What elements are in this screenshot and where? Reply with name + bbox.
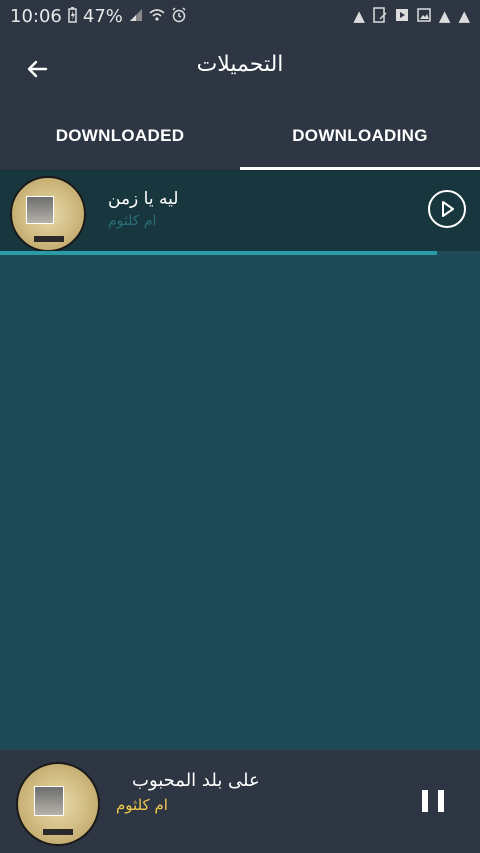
wifi-icon xyxy=(149,8,165,25)
track-artist: ام كلثوم xyxy=(108,213,157,229)
play-button[interactable] xyxy=(428,190,466,228)
list-empty-area xyxy=(0,255,480,750)
signal-icon xyxy=(129,8,143,25)
track-title: ليه يا زمن xyxy=(108,189,179,209)
album-art xyxy=(10,176,86,252)
tab-downloaded[interactable]: DOWNLOADED xyxy=(0,102,240,170)
player-album-art xyxy=(16,762,100,846)
list-item[interactable]: ليه يا زمن ام كلثوم xyxy=(0,170,480,253)
play-icon xyxy=(442,201,454,217)
mini-player[interactable]: على بلد المحبوب ام كلثوم xyxy=(0,750,480,853)
app-bar: التحميلات xyxy=(0,32,480,102)
warning-icon: ▲ xyxy=(458,6,470,25)
status-time: 10:06 xyxy=(10,5,62,27)
pause-icon xyxy=(422,790,428,812)
media-icon xyxy=(395,8,409,25)
warning-icon: ▲ xyxy=(353,6,365,25)
player-track-artist: ام كلثوم xyxy=(116,796,168,814)
warning-icon: ▲ xyxy=(438,6,451,25)
status-bar: 10:06 47% ▲ ▲ ▲ xyxy=(0,0,480,32)
battery-percent: 47% xyxy=(82,5,123,27)
image-icon xyxy=(417,7,431,25)
pause-button[interactable] xyxy=(422,790,444,814)
file-icon xyxy=(373,6,387,26)
battery-icon xyxy=(68,6,77,26)
alarm-icon xyxy=(171,6,187,26)
player-track-title: على بلد المحبوب xyxy=(132,770,260,791)
tab-downloading[interactable]: DOWNLOADING xyxy=(240,102,480,170)
page-title: التحميلات xyxy=(196,52,284,77)
tab-bar: DOWNLOADED DOWNLOADING xyxy=(0,102,480,170)
